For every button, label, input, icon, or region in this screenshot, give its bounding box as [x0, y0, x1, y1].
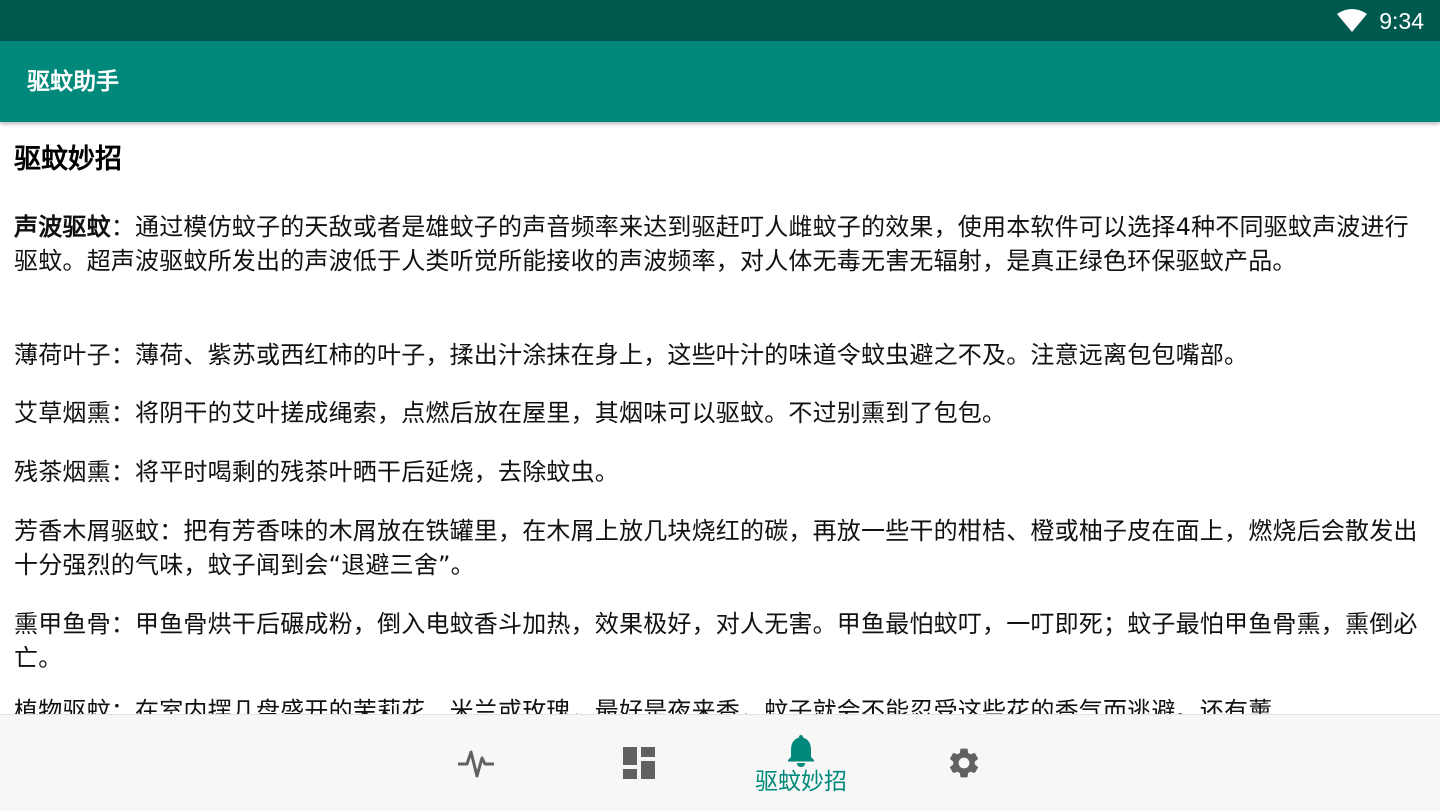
tip-term: 艾草烟熏 — [14, 399, 111, 427]
bell-icon — [788, 735, 814, 767]
tip-term: 残茶烟熏 — [14, 458, 111, 486]
app-title: 驱蚊助手 — [27, 69, 119, 95]
wifi-icon — [1337, 9, 1367, 32]
tip-text: ：将平时喝剩的残茶叶晒干后延烧，去除蚊虫。 — [110, 458, 620, 486]
tip-text: ：把有芳香味的木屑放在铁罐里，在木屑上放几块烧红的碳，再放一些干的柑桔、橙或柚子… — [14, 517, 1418, 579]
nav-item-dashboard[interactable] — [574, 715, 704, 811]
tip-text: ：将阴干的艾叶搓成绳索，点燃后放在屋里，其烟味可以驱蚊。不过别熏到了包包。 — [110, 399, 1007, 427]
tip-paragraph-mugwort: 艾草烟熏：将阴干的艾叶搓成绳索，点燃后放在屋里，其烟味可以驱蚊。不过别熏到了包包… — [14, 396, 1426, 430]
tip-text: ：在室内摆几盘盛开的茉莉花、米兰或玫瑰，最好是夜来香，蚊子就会不能忍受这些花的香… — [110, 697, 1273, 714]
nav-item-tips[interactable]: 驱蚊妙招 — [736, 715, 866, 811]
tip-text: ：薄荷、紫苏或西红柿的叶子，揉出汁涂抹在身上，这些叶汁的味道令蚊虫避之不及。注意… — [110, 341, 1249, 369]
dashboard-icon — [623, 747, 655, 779]
app-bar: 驱蚊助手 — [0, 41, 1440, 122]
nav-item-settings[interactable] — [899, 715, 1029, 811]
tip-paragraph-turtle-bone: 熏甲鱼骨：甲鱼骨烘干后碾成粉，倒入电蚊香斗加热，效果极好，对人无害。甲鱼最怕蚊叮… — [14, 607, 1426, 675]
tip-text: ：通过模仿蚊子的天敌或者是雄蚊子的声音频率来达到驱赶叮人雌蚊子的效果，使用本软件… — [14, 213, 1409, 275]
tip-paragraph-sawdust: 芳香木屑驱蚊：把有芳香味的木屑放在铁罐里，在木屑上放几块烧红的碳，再放一些干的柑… — [14, 514, 1426, 582]
status-bar: 9:34 — [0, 0, 1440, 41]
gear-icon — [949, 748, 979, 778]
tip-paragraph-tea: 残茶烟熏：将平时喝剩的残茶叶晒干后延烧，去除蚊虫。 — [14, 455, 1426, 489]
tip-term: 芳香木屑驱蚊 — [14, 517, 160, 545]
pulse-icon — [458, 750, 494, 778]
page-title: 驱蚊妙招 — [14, 144, 122, 175]
nav-label-tips: 驱蚊妙招 — [755, 769, 847, 795]
status-time: 9:34 — [1379, 8, 1424, 34]
bottom-navigation: 驱蚊妙招 — [0, 714, 1440, 811]
tip-term: 熏甲鱼骨 — [14, 610, 111, 638]
tip-paragraph-plants: 植物驱蚊：在室内摆几盘盛开的茉莉花、米兰或玫瑰，最好是夜来香，蚊子就会不能忍受这… — [14, 694, 1426, 714]
nav-item-monitor[interactable] — [411, 715, 541, 811]
tip-paragraph-sonic: 声波驱蚊：通过模仿蚊子的天敌或者是雄蚊子的声音频率来达到驱赶叮人雌蚊子的效果，使… — [14, 210, 1426, 278]
tip-term: 声波驱蚊 — [14, 213, 111, 241]
content-scroll-area[interactable]: 驱蚊妙招 声波驱蚊：通过模仿蚊子的天敌或者是雄蚊子的声音频率来达到驱赶叮人雌蚊子… — [0, 122, 1440, 714]
tip-term: 植物驱蚊 — [14, 697, 111, 714]
tip-paragraph-mint: 薄荷叶子：薄荷、紫苏或西红柿的叶子，揉出汁涂抹在身上，这些叶汁的味道令蚊虫避之不… — [14, 338, 1426, 372]
tip-text: ：甲鱼骨烘干后碾成粉，倒入电蚊香斗加热，效果极好，对人无害。甲鱼最怕蚊叮，一叮即… — [14, 610, 1418, 672]
tip-term: 薄荷叶子 — [14, 341, 111, 369]
